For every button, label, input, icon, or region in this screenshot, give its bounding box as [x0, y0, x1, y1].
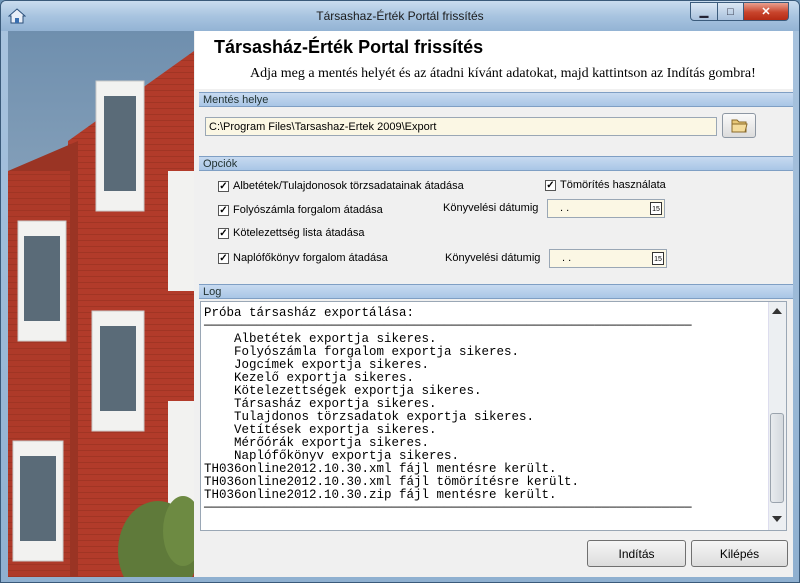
section-log: Log: [199, 284, 793, 299]
maximize-icon: □: [727, 5, 734, 18]
log-content: Próba társasház exportálása: ───────────…: [204, 306, 692, 515]
option-compress[interactable]: ✓ Tömörítés használata: [545, 179, 666, 191]
date-value: . .: [560, 202, 570, 214]
option-naplofokonyv[interactable]: ✓ Naplófőkönyv forgalom átadása: [218, 252, 388, 264]
app-window: Társashaz-Érték Portál frissítés ▁ □ ✕ T…: [0, 0, 800, 583]
scroll-thumb[interactable]: [770, 413, 784, 503]
checkbox-checked-icon[interactable]: ✓: [218, 227, 229, 239]
maximize-button[interactable]: □: [717, 2, 744, 21]
date-label-1: Könyvelési dátumig: [443, 202, 539, 214]
title-bar[interactable]: Társashaz-Érték Portál frissítés ▁ □ ✕: [1, 1, 799, 31]
exit-button[interactable]: Kilépés: [691, 540, 788, 567]
client-area: Társasház-Érték Portal frissítés Adja me…: [8, 31, 793, 577]
date-input-2[interactable]: . . 15: [549, 249, 667, 268]
option-label: Naplófőkönyv forgalom átadása: [233, 252, 388, 264]
date-label-2: Könyvelési dátumig: [445, 252, 541, 264]
option-label: Albetétek/Tulajdonosok törzsadatainak át…: [233, 180, 464, 192]
option-label: Folyószámla forgalom átadása: [233, 204, 383, 216]
main-panel: Társasház-Érték Portal frissítés Adja me…: [195, 31, 793, 577]
page-title: Társasház-Érték Portal frissítés: [214, 37, 484, 57]
checkbox-checked-icon[interactable]: ✓: [218, 180, 229, 192]
save-path-input[interactable]: C:\Program Files\Tarsashaz-Ertek 2009\Ex…: [205, 117, 717, 136]
option-label: Tömörítés használata: [560, 179, 666, 191]
window-title: Társashaz-Érték Portál frissítés: [316, 9, 484, 23]
log-scrollbar[interactable]: [768, 302, 786, 530]
start-button[interactable]: Indítás: [587, 540, 686, 567]
close-icon: ✕: [761, 6, 771, 18]
option-label: Kötelezettség lista átadása: [233, 227, 365, 239]
page-subtitle: Adja meg a mentés helyét és az átadni kí…: [250, 66, 756, 81]
browse-folder-button[interactable]: [722, 113, 756, 138]
checkbox-checked-icon[interactable]: ✓: [218, 252, 229, 264]
calendar-icon[interactable]: 15: [652, 252, 664, 265]
calendar-icon[interactable]: 15: [650, 202, 662, 215]
date-input-1[interactable]: . . 15: [547, 199, 665, 218]
minimize-button[interactable]: ▁: [690, 2, 718, 21]
scroll-down-icon[interactable]: [772, 516, 782, 522]
checkbox-checked-icon[interactable]: ✓: [218, 204, 229, 216]
scroll-up-icon[interactable]: [772, 308, 782, 314]
option-kotelezettseg[interactable]: ✓ Kötelezettség lista átadása: [218, 227, 364, 239]
close-button[interactable]: ✕: [743, 2, 789, 21]
option-albetetek[interactable]: ✓ Albetétek/Tulajdonosok törzsadatainak …: [218, 180, 464, 192]
option-folyoszamla[interactable]: ✓ Folyószámla forgalom átadása: [218, 204, 383, 216]
header-panel: Társasház-Érték Portal frissítés Adja me…: [195, 31, 793, 89]
section-options: Opciók: [199, 156, 793, 171]
folder-icon: [731, 119, 748, 133]
section-save-location: Mentés helye: [199, 92, 793, 107]
log-textarea[interactable]: Próba társasház exportálása: ───────────…: [200, 301, 787, 531]
minimize-icon: ▁: [699, 6, 709, 18]
building-illustration: [8, 31, 194, 577]
building-image: [8, 31, 194, 577]
checkbox-checked-icon[interactable]: ✓: [545, 179, 556, 191]
date-value: . .: [562, 252, 572, 264]
